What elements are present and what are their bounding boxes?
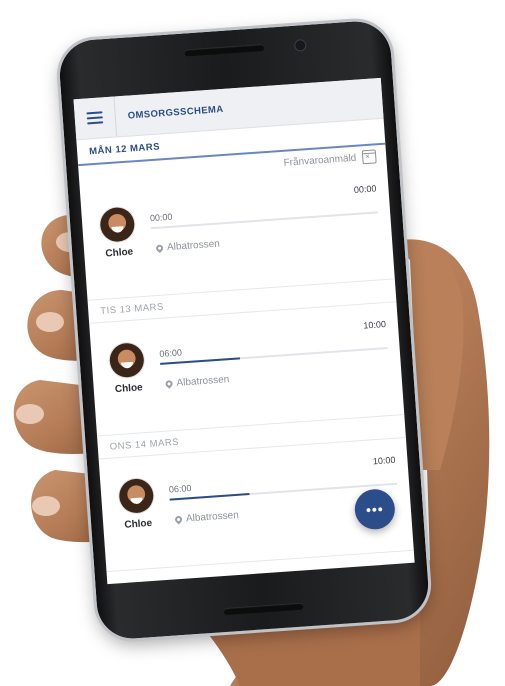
start-time: 00:00 [149,211,173,224]
child-avatar [118,477,155,515]
start-time: 06:00 [168,483,192,495]
app-title: OMSORGSSCHEMA [127,103,224,122]
location: Albatrossen [164,374,230,389]
day-label: ONS 14 MARS [109,436,180,453]
more-icon: ••• [365,500,385,518]
end-time: 00:00 [353,183,377,195]
location-pin-icon [164,378,175,389]
earpiece-speaker [184,43,265,57]
time-track [160,347,388,365]
day-label: MÅN 12 MARS [88,140,161,157]
menu-icon [86,111,104,125]
location-label: Albatrossen [185,509,240,525]
schedule-entry[interactable]: Chloe 10:00 06:00 Albatrossen [89,302,405,437]
calendar-cancel-icon[interactable] [361,149,377,165]
end-time: 10:00 [363,319,387,331]
location: Albatrossen [154,238,221,254]
location-pin-icon [154,243,165,254]
child-name: Chloe [124,517,153,531]
location-label: Albatrossen [176,374,230,389]
front-camera [293,38,307,52]
location: Albatrossen [173,509,240,525]
app-screen: OMSORGSSCHEMA MÅN 12 MARS Frånvaroanmäld… [73,77,415,585]
time-fill [160,357,240,365]
child-avatar [108,342,145,379]
day-label: TIS 13 MARS [99,301,165,317]
bottom-speaker [223,602,304,616]
location-label: Albatrossen [166,238,221,254]
phone-device: OMSORGSSCHEMA MÅN 12 MARS Frånvaroanmäld… [57,19,431,641]
schedule-entry[interactable]: Chloe 00:00 00:00 Albatrossen [79,166,395,301]
child-name: Chloe [105,246,134,260]
child-avatar [99,206,136,243]
start-time: 06:00 [159,347,183,359]
menu-button[interactable] [73,96,118,140]
end-time: 10:00 [372,454,396,467]
time-track [150,211,379,230]
child-name: Chloe [114,382,144,396]
location-pin-icon [173,514,184,525]
absence-label: Frånvaroanmäld [283,152,357,169]
time-fill [169,493,250,501]
